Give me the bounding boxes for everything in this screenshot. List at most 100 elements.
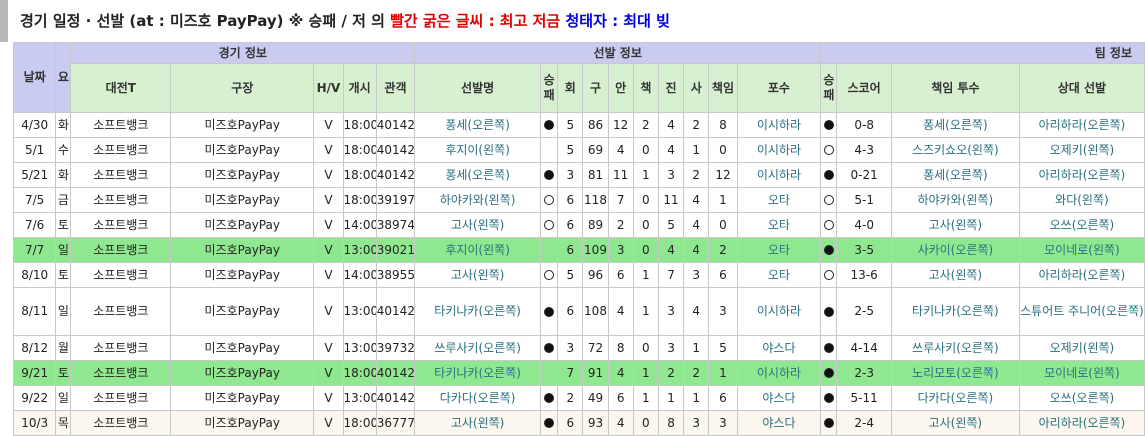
cell-catcher[interactable]: 오타 bbox=[736, 262, 822, 288]
cell-runs: 0 bbox=[632, 212, 659, 238]
win-dot-icon bbox=[544, 418, 555, 428]
cell-starter[interactable]: 후지이(왼쪽) bbox=[414, 237, 542, 263]
cell-starter[interactable]: 고사(왼쪽) bbox=[414, 262, 542, 288]
cell-opp-starter[interactable]: 아리하라(오른쪽) bbox=[1018, 162, 1145, 188]
cell-opp-starter[interactable]: 스튜어트 주니어(오른쪽) bbox=[1018, 287, 1145, 336]
cell-catcher[interactable]: 오타 bbox=[736, 187, 822, 213]
cell-catcher[interactable]: 야스다 bbox=[736, 335, 822, 361]
header-wl-starter: 승패 bbox=[540, 63, 559, 113]
cell-innings: 5 bbox=[557, 137, 584, 163]
cell-pitches: 108 bbox=[582, 287, 609, 336]
win-dot-icon bbox=[544, 393, 555, 403]
cell-starter[interactable]: 타키나카(오른쪽) bbox=[414, 360, 542, 386]
cell-starter[interactable]: 고사(왼쪽) bbox=[414, 212, 542, 238]
cell-strikeouts: 8 bbox=[657, 410, 685, 436]
cell-opp-starter[interactable]: 오쓰(오른쪽) bbox=[1018, 385, 1145, 411]
win-dot-icon bbox=[544, 306, 555, 317]
cell-catcher[interactable]: 이시하라 bbox=[736, 137, 822, 163]
header-hv: H/V bbox=[313, 63, 344, 113]
cell-resp-pitcher[interactable]: 고사(왼쪽) bbox=[890, 212, 1020, 238]
cell-opp-starter[interactable]: 와다(왼쪽) bbox=[1018, 187, 1145, 213]
cell-resp-pitcher[interactable]: 사카이(오른쪽) bbox=[890, 237, 1020, 263]
cell-catcher[interactable]: 이시하라 bbox=[736, 287, 822, 336]
title-main: 경기 일정 · 선발 (at : 미즈호 PayPay) ※ 승패 / 저 의 bbox=[20, 12, 391, 30]
cell-opp-starter[interactable]: 모이네로(왼쪽) bbox=[1018, 237, 1145, 263]
cell-walks: 1 bbox=[683, 335, 710, 361]
cell-runs: 2 bbox=[632, 112, 659, 138]
cell-wl-team bbox=[820, 187, 838, 213]
cell-wl-starter bbox=[540, 262, 559, 288]
cell-starter[interactable]: 다카다(오른쪽) bbox=[414, 385, 542, 411]
cell-strikeouts: 1 bbox=[657, 385, 685, 411]
cell-day: 토 bbox=[55, 262, 72, 288]
cell-date: 9/21 bbox=[12, 360, 57, 386]
cell-opp-starter[interactable]: 오제키(왼쪽) bbox=[1018, 335, 1145, 361]
cell-resp-pitcher[interactable]: 스즈키쇼오(왼쪽) bbox=[890, 137, 1020, 163]
cell-date: 7/5 bbox=[12, 187, 57, 213]
cell-day: 일 bbox=[55, 287, 72, 336]
cell-starter[interactable]: 고사(왼쪽) bbox=[414, 410, 542, 436]
cell-stadium: 미즈호PayPay bbox=[170, 112, 315, 138]
cell-resp-pitcher[interactable]: 고사(왼쪽) bbox=[890, 410, 1020, 436]
cell-starter[interactable]: 퐁세(오른쪽) bbox=[414, 112, 542, 138]
cell-catcher[interactable]: 야스다 bbox=[736, 385, 822, 411]
cell-attendance: 40142 bbox=[375, 360, 416, 386]
cell-strikeouts: 4 bbox=[657, 137, 685, 163]
win-dot-icon bbox=[823, 120, 834, 130]
cell-resp-pitcher[interactable]: 퐁세(오른쪽) bbox=[890, 162, 1020, 188]
cell-runs: 1 bbox=[632, 287, 659, 336]
cell-starter[interactable]: 하야카와(왼쪽) bbox=[414, 187, 542, 213]
cell-attendance: 39021 bbox=[375, 237, 416, 263]
cell-resp-pitcher[interactable]: 하야카와(왼쪽) bbox=[890, 187, 1020, 213]
header-start: 개시 bbox=[342, 63, 377, 113]
cell-catcher[interactable]: 이시하라 bbox=[736, 162, 822, 188]
cell-catcher[interactable]: 이시하라 bbox=[736, 360, 822, 386]
cell-resp-pitcher[interactable]: 쓰루사키(오른쪽) bbox=[890, 335, 1020, 361]
cell-opp-starter[interactable]: 아리하라(오른쪽) bbox=[1018, 262, 1145, 288]
cell-day: 일 bbox=[55, 385, 72, 411]
win-dot-icon bbox=[823, 393, 834, 403]
cell-innings: 6 bbox=[557, 212, 584, 238]
title-blue-legend: 청태자 : 최대 빚 bbox=[565, 12, 670, 30]
cell-walks: 3 bbox=[683, 410, 710, 436]
cell-opp-starter[interactable]: 오쓰(오른쪽) bbox=[1018, 212, 1145, 238]
cell-innings: 6 bbox=[557, 287, 584, 336]
cell-starter[interactable]: 퐁세(오른쪽) bbox=[414, 162, 542, 188]
cell-hv: V bbox=[313, 212, 344, 238]
cell-earned: 12 bbox=[708, 162, 738, 188]
cell-stadium: 미즈호PayPay bbox=[170, 360, 315, 386]
cell-start: 18:00 bbox=[342, 187, 377, 213]
cell-wl-starter bbox=[540, 287, 559, 336]
cell-hits: 7 bbox=[607, 187, 634, 213]
cell-resp-pitcher[interactable]: 다카다(오른쪽) bbox=[890, 385, 1020, 411]
cell-opp-starter[interactable]: 아리하라(오른쪽) bbox=[1018, 112, 1145, 138]
cell-opponent: 소프트뱅크 bbox=[70, 410, 172, 436]
cell-date: 5/1 bbox=[12, 137, 57, 163]
cell-resp-pitcher[interactable]: 노리모토(오른쪽) bbox=[890, 360, 1020, 386]
cell-opp-starter[interactable]: 아리하라(오른쪽) bbox=[1018, 410, 1145, 436]
cell-catcher[interactable]: 이시하라 bbox=[736, 112, 822, 138]
cell-catcher[interactable]: 야스다 bbox=[736, 410, 822, 436]
cell-opp-starter[interactable]: 모이네로(왼쪽) bbox=[1018, 360, 1145, 386]
table-row: 8/11 일 소프트뱅크 미즈호PayPay V 13:00 40142 타키나카(오른쪽) 6… bbox=[12, 287, 1145, 336]
cell-opp-starter[interactable]: 오제키(왼쪽) bbox=[1018, 137, 1145, 163]
schedule-table: 날짜 요 경기 정보 선발 정보 팀 정보 대전T 구장 H/V 개시 관객 선… bbox=[12, 42, 1145, 436]
cell-innings: 6 bbox=[557, 410, 584, 436]
cell-resp-pitcher[interactable]: 퐁세(오른쪽) bbox=[890, 112, 1020, 138]
cell-catcher[interactable]: 오타 bbox=[736, 237, 822, 263]
cell-resp-pitcher[interactable]: 고사(왼쪽) bbox=[890, 262, 1020, 288]
cell-runs: 0 bbox=[632, 187, 659, 213]
cell-earned: 5 bbox=[708, 335, 738, 361]
header-attendance: 관객 bbox=[375, 63, 416, 113]
cell-resp-pitcher[interactable]: 타키나카(오른쪽) bbox=[890, 287, 1020, 336]
cell-catcher[interactable]: 오타 bbox=[736, 212, 822, 238]
cell-starter[interactable]: 쓰루사키(오른쪽) bbox=[414, 335, 542, 361]
cell-start: 18:00 bbox=[342, 137, 377, 163]
cell-hits: 4 bbox=[607, 287, 634, 336]
cell-innings: 7 bbox=[557, 360, 584, 386]
cell-starter[interactable]: 후지이(왼쪽) bbox=[414, 137, 542, 163]
cell-hv: V bbox=[313, 237, 344, 263]
cell-wl-starter bbox=[540, 385, 559, 411]
table-row: 10/3 목 소프트뱅크 미즈호PayPay V 18:00 36777 고사(왼쪽) 6 93 4… bbox=[12, 410, 1145, 436]
cell-starter[interactable]: 타키나카(오른쪽) bbox=[414, 287, 542, 336]
